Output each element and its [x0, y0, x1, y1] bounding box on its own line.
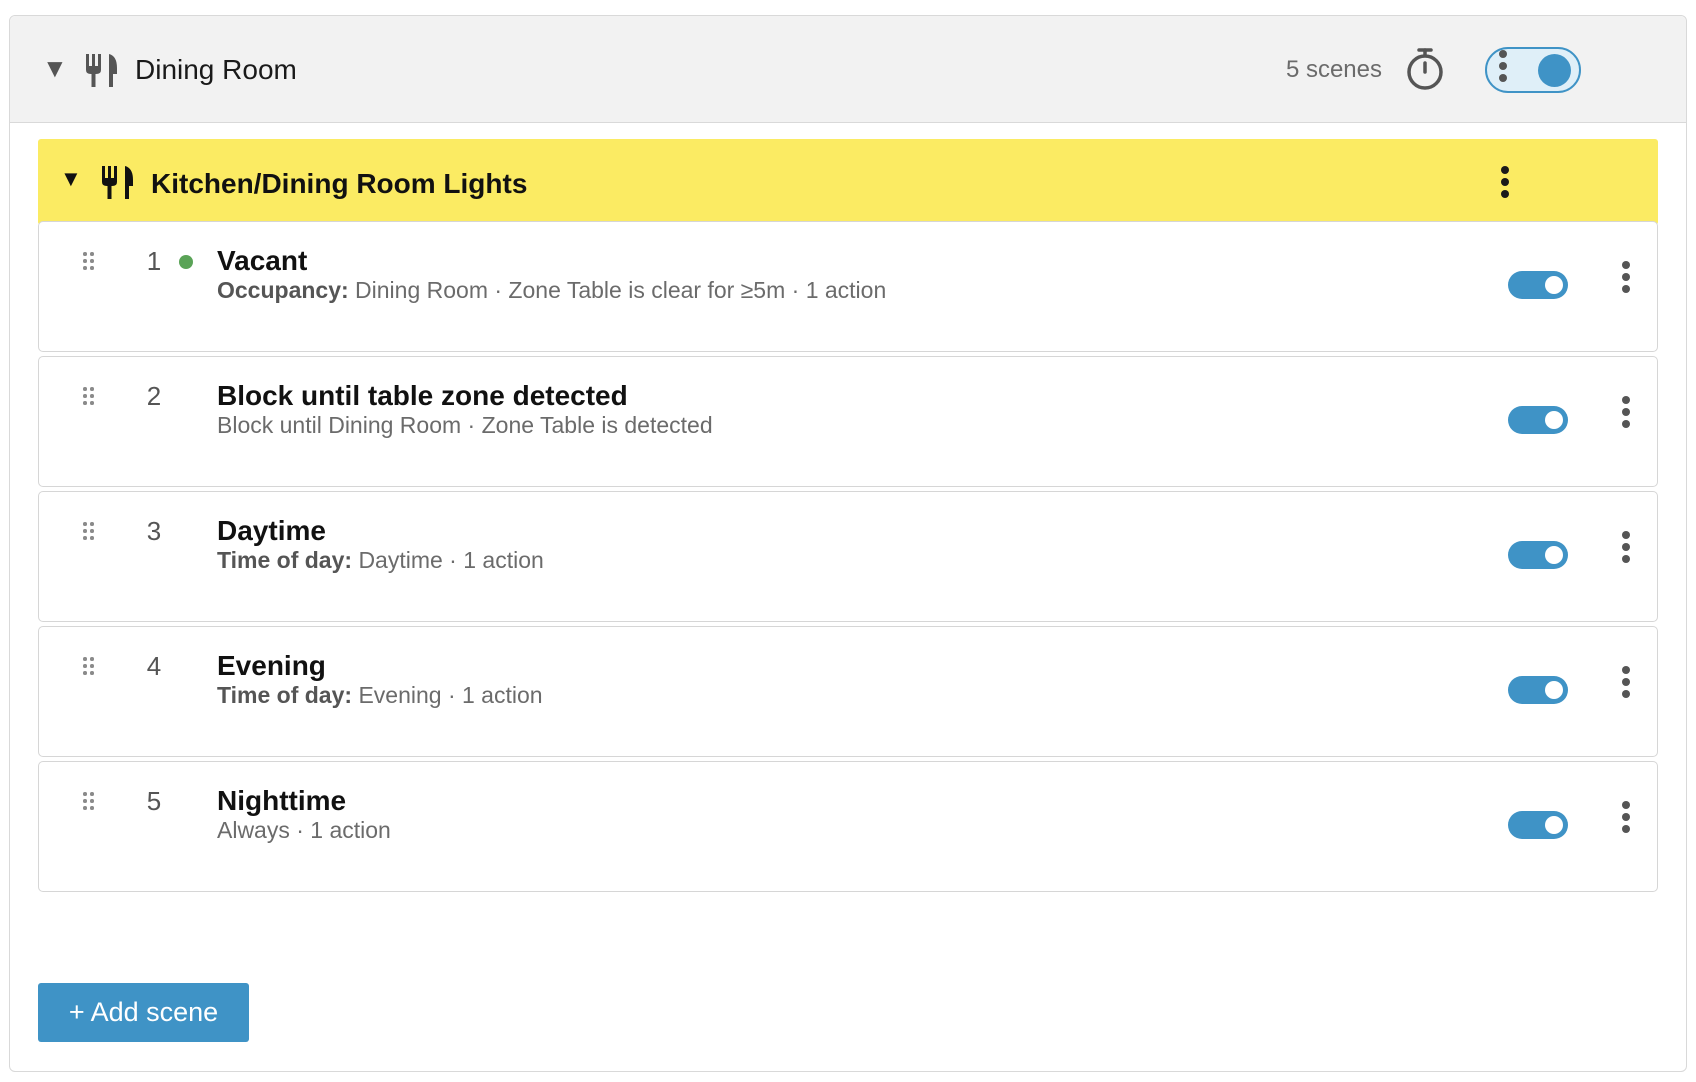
- scene-number: 3: [146, 516, 162, 546]
- scene-more-menu-icon[interactable]: [1620, 799, 1632, 835]
- toggle-knob: [1545, 816, 1563, 834]
- scene-number: 1: [146, 246, 162, 276]
- scene-enable-toggle[interactable]: [1508, 406, 1568, 434]
- drag-handle-icon[interactable]: [83, 252, 95, 272]
- toggle-knob: [1545, 276, 1563, 294]
- condition-label: Time of day:: [217, 682, 353, 708]
- toggle-knob: [1545, 411, 1563, 429]
- scene-condition: Always · 1 action: [217, 817, 391, 845]
- timer-icon[interactable]: [1404, 47, 1446, 91]
- scene-name[interactable]: Daytime: [217, 514, 326, 548]
- scene-enable-toggle[interactable]: [1508, 811, 1568, 839]
- drag-handle-icon[interactable]: [83, 657, 95, 677]
- scene-more-menu-icon[interactable]: [1620, 394, 1632, 430]
- condition-text: Evening · 1 action: [358, 682, 543, 708]
- add-scene-button[interactable]: + Add scene: [38, 983, 249, 1042]
- condition-label: Time of day:: [217, 547, 353, 573]
- scene-card[interactable]: 4 Evening Time of day: Evening · 1 actio…: [38, 626, 1658, 757]
- condition-text: Block until Dining Room · Zone Table is …: [217, 412, 713, 438]
- scene-enable-toggle[interactable]: [1508, 271, 1568, 299]
- group-more-menu-icon[interactable]: [1499, 164, 1511, 200]
- scene-name[interactable]: Block until table zone detected: [217, 379, 628, 413]
- group-title: Kitchen/Dining Room Lights: [151, 168, 528, 199]
- room-header[interactable]: ▼ Dining Room 5 scenes: [10, 16, 1686, 123]
- scene-number: 2: [146, 381, 162, 411]
- toggle-knob: [1545, 546, 1563, 564]
- drag-handle-icon[interactable]: [83, 792, 95, 812]
- scene-name[interactable]: Evening: [217, 649, 326, 683]
- room-more-menu-icon[interactable]: [1497, 48, 1509, 84]
- scene-card[interactable]: 3 Daytime Time of day: Daytime · 1 actio…: [38, 491, 1658, 622]
- scene-condition: Block until Dining Room · Zone Table is …: [217, 412, 713, 440]
- condition-text: Dining Room · Zone Table is clear for ≥5…: [355, 277, 887, 303]
- toggle-knob: [1545, 681, 1563, 699]
- drag-handle-icon[interactable]: [83, 522, 95, 542]
- fork-knife-icon: [86, 54, 117, 87]
- scene-number: 4: [146, 651, 162, 681]
- collapse-caret-icon[interactable]: ▼: [60, 168, 82, 190]
- condition-text: Daytime · 1 action: [358, 547, 544, 573]
- scene-condition: Occupancy: Dining Room · Zone Table is c…: [217, 277, 886, 305]
- scene-number: 5: [146, 786, 162, 816]
- room-panel: ▼ Dining Room 5 scenes ▼ Kitchen/Dining …: [9, 15, 1687, 1072]
- condition-label: Occupancy:: [217, 277, 349, 303]
- scene-more-menu-icon[interactable]: [1620, 529, 1632, 565]
- scene-enable-toggle[interactable]: [1508, 541, 1568, 569]
- room-title: Dining Room: [135, 54, 297, 85]
- scene-card[interactable]: 2 Block until table zone detected Block …: [38, 356, 1658, 487]
- group-header[interactable]: ▼ Kitchen/Dining Room Lights: [38, 139, 1658, 225]
- scene-name[interactable]: Nighttime: [217, 784, 346, 818]
- active-status-dot: [179, 255, 193, 269]
- scene-name[interactable]: Vacant: [217, 244, 307, 278]
- scene-condition: Time of day: Daytime · 1 action: [217, 547, 544, 575]
- scene-more-menu-icon[interactable]: [1620, 259, 1632, 295]
- toggle-knob: [1538, 53, 1571, 87]
- fork-knife-icon: [102, 166, 133, 199]
- scene-card[interactable]: 5 Nighttime Always · 1 action: [38, 761, 1658, 892]
- collapse-caret-icon[interactable]: ▼: [42, 55, 68, 81]
- condition-text: Always · 1 action: [217, 817, 391, 843]
- scene-condition: Time of day: Evening · 1 action: [217, 682, 543, 710]
- scene-enable-toggle[interactable]: [1508, 676, 1568, 704]
- scene-card[interactable]: 1 Vacant Occupancy: Dining Room · Zone T…: [38, 221, 1658, 352]
- drag-handle-icon[interactable]: [83, 387, 95, 407]
- scene-count: 5 scenes: [1285, 56, 1382, 83]
- scene-more-menu-icon[interactable]: [1620, 664, 1632, 700]
